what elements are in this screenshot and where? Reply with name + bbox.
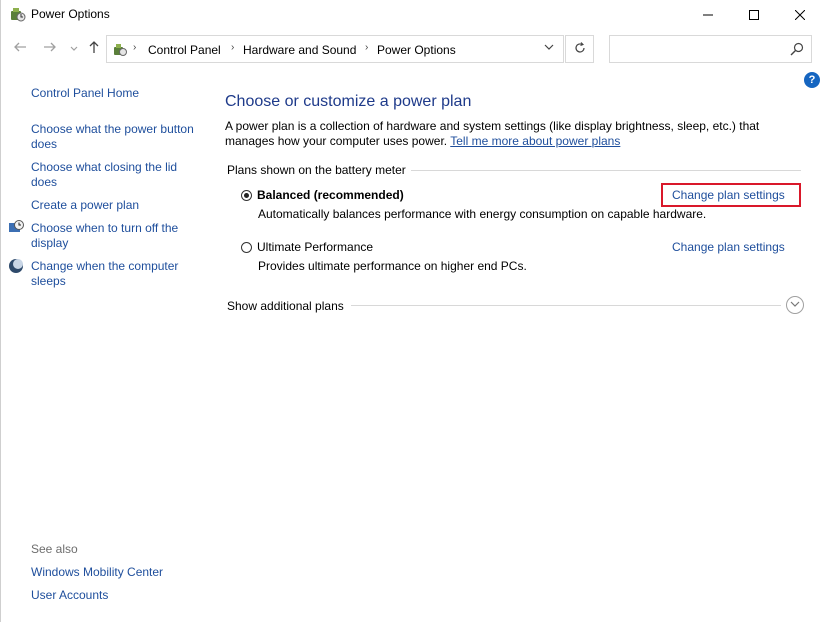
address-bar[interactable]: › Control Panel › Hardware and Sound › P… xyxy=(106,35,564,63)
breadcrumb-control-panel[interactable]: Control Panel xyxy=(148,43,221,57)
power-options-app-icon xyxy=(11,8,26,22)
show-additional-plans-label[interactable]: Show additional plans xyxy=(227,299,344,313)
minimize-button[interactable] xyxy=(685,0,731,30)
power-options-window: Power Options › Control Panel › Hardware… xyxy=(0,0,823,622)
title-bar: Power Options xyxy=(1,0,823,30)
display-timer-icon xyxy=(9,220,24,232)
minimize-icon xyxy=(703,14,713,16)
balanced-plan-radio[interactable] xyxy=(241,190,252,201)
choose-power-button-link[interactable]: Choose what the power button does xyxy=(31,122,206,152)
control-panel-icon xyxy=(114,44,127,56)
sleep-moon-icon xyxy=(9,259,23,273)
breadcrumb-hardware-and-sound[interactable]: Hardware and Sound xyxy=(243,43,356,57)
ultimate-performance-plan-name[interactable]: Ultimate Performance xyxy=(257,240,373,254)
recent-locations-button[interactable] xyxy=(65,40,83,60)
page-title: Choose or customize a power plan xyxy=(225,93,472,110)
up-button[interactable] xyxy=(85,39,103,59)
close-button[interactable] xyxy=(777,0,823,30)
see-also-label: See also xyxy=(31,542,78,556)
up-arrow-icon xyxy=(89,41,99,53)
breadcrumb-power-options[interactable]: Power Options xyxy=(377,43,456,57)
ultimate-performance-radio[interactable] xyxy=(241,242,252,253)
ultimate-change-plan-settings-link[interactable]: Change plan settings xyxy=(672,240,785,254)
help-icon[interactable]: ? xyxy=(804,72,820,88)
highlight-box xyxy=(661,183,801,207)
group-divider xyxy=(411,170,801,171)
maximize-icon xyxy=(749,10,759,20)
windows-mobility-center-link[interactable]: Windows Mobility Center xyxy=(31,565,211,580)
chevron-down-icon xyxy=(544,44,554,50)
group-label: Plans shown on the battery meter xyxy=(227,163,406,177)
turn-off-display-link[interactable]: Choose when to turn off the display xyxy=(31,221,191,251)
chevron-down-icon xyxy=(70,46,78,51)
navigation-bar: › Control Panel › Hardware and Sound › P… xyxy=(1,33,823,65)
control-panel-home-link[interactable]: Control Panel Home xyxy=(31,86,211,101)
chevron-down-icon xyxy=(790,301,800,307)
close-icon xyxy=(794,9,806,21)
window-title: Power Options xyxy=(31,7,110,21)
additional-plans-divider xyxy=(351,305,781,306)
balanced-plan-name[interactable]: Balanced (recommended) xyxy=(257,188,404,202)
breadcrumb-separator-icon: › xyxy=(231,42,235,53)
ultimate-performance-plan-description: Provides ultimate performance on higher … xyxy=(258,259,527,273)
balanced-plan-description: Automatically balances performance with … xyxy=(258,207,707,221)
back-button[interactable] xyxy=(11,39,29,59)
breadcrumb-separator-icon: › xyxy=(133,42,137,53)
forward-button[interactable] xyxy=(41,39,59,59)
back-arrow-icon xyxy=(14,42,26,52)
change-sleep-link[interactable]: Change when the computer sleeps xyxy=(31,259,191,289)
refresh-icon xyxy=(574,42,585,53)
search-input[interactable] xyxy=(609,35,812,63)
address-dropdown-button[interactable] xyxy=(540,40,558,58)
expand-additional-plans-button[interactable] xyxy=(786,296,804,314)
learn-more-link[interactable]: Tell me more about power plans xyxy=(450,134,620,148)
user-accounts-link[interactable]: User Accounts xyxy=(31,588,211,603)
choose-closing-lid-link[interactable]: Choose what closing the lid does xyxy=(31,160,191,190)
maximize-button[interactable] xyxy=(731,0,777,30)
page-description: A power plan is a collection of hardware… xyxy=(225,119,810,149)
refresh-button[interactable] xyxy=(565,35,594,63)
create-power-plan-link[interactable]: Create a power plan xyxy=(31,198,211,213)
breadcrumb-separator-icon: › xyxy=(365,42,369,53)
search-icon xyxy=(790,42,804,56)
forward-arrow-icon xyxy=(44,42,56,52)
